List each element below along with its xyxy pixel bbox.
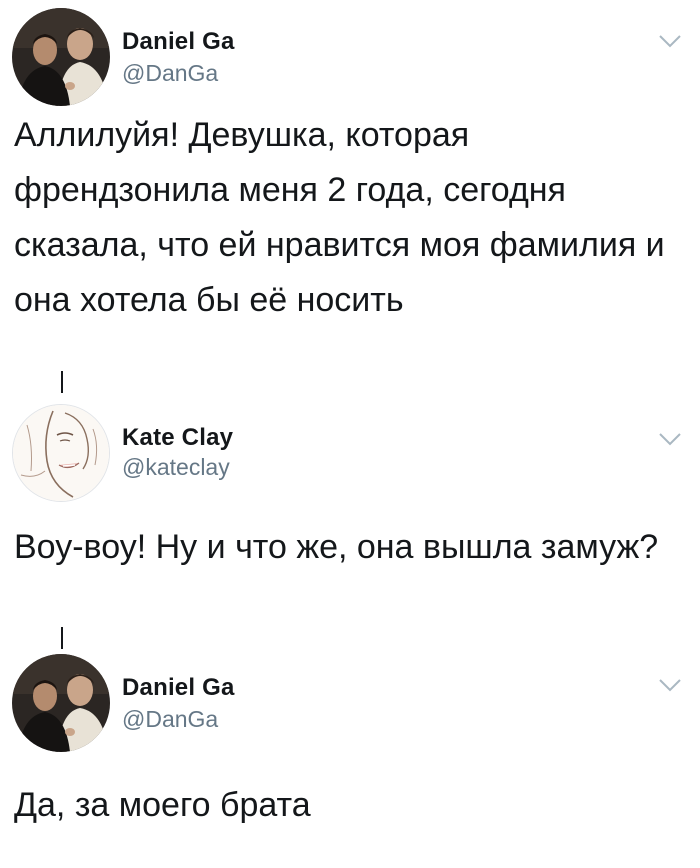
tweet-1: Daniel Ga @DanGa Аллилуйя! Девушка, кото…: [0, 0, 700, 380]
author-handle[interactable]: @DanGa: [122, 60, 218, 87]
author-name[interactable]: Daniel Ga: [122, 674, 235, 702]
tweet-2: Kate Clay @kateclay Воу-воу! Ну и что же…: [0, 398, 700, 628]
avatar[interactable]: [12, 654, 110, 752]
profile-photo-icon: [12, 654, 110, 752]
tweet-text: Да, за моего брата: [14, 786, 311, 824]
thread-connector: [61, 371, 63, 393]
thread-connector: [61, 627, 63, 649]
author-handle[interactable]: @kateclay: [122, 454, 230, 481]
profile-photo-icon: [12, 8, 110, 106]
tweet-3: Daniel Ga @DanGa Да, за моего брата: [0, 650, 700, 868]
author-name[interactable]: Daniel Ga: [122, 28, 235, 56]
chevron-down-icon[interactable]: [658, 34, 682, 48]
tweet-text: Воу-воу! Ну и что же, она вышла замуж?: [14, 528, 659, 566]
tweet-text: Аллилуйя! Девушка, которая френдзонила м…: [14, 116, 665, 319]
author-name[interactable]: Kate Clay: [122, 424, 233, 452]
chevron-down-icon[interactable]: [658, 432, 682, 446]
author-handle[interactable]: @DanGa: [122, 706, 218, 733]
avatar[interactable]: [12, 8, 110, 106]
avatar[interactable]: [12, 404, 110, 502]
sketch-portrait-icon: [13, 405, 109, 501]
chevron-down-icon[interactable]: [658, 678, 682, 692]
